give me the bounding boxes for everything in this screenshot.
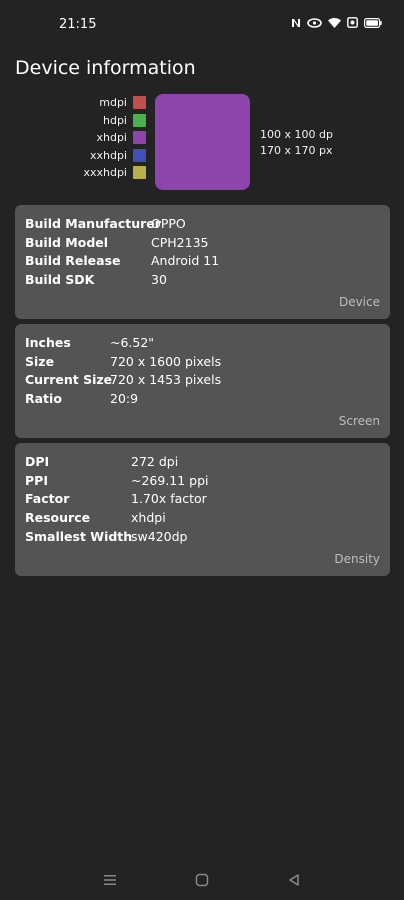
info-row: Build Manufacturer OPPO (25, 214, 219, 233)
screen-record-icon (347, 17, 358, 28)
info-row: PPI ~269.11 ppi (25, 471, 209, 490)
row-label: DPI (25, 453, 50, 469)
wifi-icon (328, 17, 341, 28)
card-footer: Device (338, 295, 380, 309)
legend-label: mdpi (99, 96, 127, 110)
battery-icon (364, 17, 382, 28)
row-value: 720 x 1600 pixels (110, 353, 222, 369)
device-card-rows: Build Manufacturer OPPO Build Model CPH213… (25, 214, 219, 289)
density-legend: mdpi hdpi xhdpi xxhdpi xxxhdpi (70, 94, 146, 182)
menu-icon[interactable] (100, 870, 120, 890)
row-label: Inches (25, 334, 71, 350)
row-value: 30 (151, 272, 167, 288)
legend-label: xxhdpi (89, 148, 127, 162)
row-label: Size (25, 353, 55, 369)
row-value: 720 x 1453 pixels (110, 372, 222, 388)
legend-item-xxxhdpi: xxxhdpi (70, 164, 146, 182)
row-value: Android 11 (151, 253, 220, 269)
preview-dimensions: 100 x 100 dp 170 x 170 px (260, 127, 333, 159)
row-value: ~6.52" (110, 334, 155, 350)
row-label: Factor (25, 491, 70, 507)
row-value: xhdpi (131, 510, 166, 526)
status-icons (291, 17, 382, 28)
info-row: Smallest Width sw420dp (25, 527, 209, 546)
legend-swatch (133, 113, 146, 127)
row-label: Resource (25, 510, 91, 526)
row-value: 272 dpi (131, 453, 179, 469)
card-footer: Screen (338, 414, 380, 428)
row-label: Build Manufacturer (25, 215, 161, 231)
legend-item-mdpi: mdpi (70, 94, 146, 112)
legend-item-hdpi: hdpi (70, 112, 146, 130)
info-row: Build Model CPH2135 (25, 233, 219, 252)
info-row: Size 720 x 1600 pixels (25, 352, 221, 371)
data-saver-icon (307, 17, 322, 28)
card-footer: Density (334, 552, 380, 566)
home-icon[interactable] (192, 870, 212, 890)
row-label: Current Size (25, 372, 113, 388)
row-label: PPI (25, 472, 48, 488)
info-row: Build SDK 30 (25, 270, 219, 289)
row-label: Build Release (25, 253, 121, 269)
row-value: sw420dp (131, 529, 188, 545)
device-card: Build Manufacturer OPPO Build Model CPH213… (15, 205, 390, 319)
nfc-icon (291, 18, 301, 28)
legend-swatch (133, 96, 146, 110)
info-row: Resource xhdpi (25, 508, 209, 527)
legend-label: xxxhdpi (83, 166, 127, 180)
row-value: 20:9 (110, 391, 139, 407)
legend-item-xxhdpi: xxhdpi (70, 147, 146, 165)
row-label: Build SDK (25, 272, 95, 288)
preview-dp-size: 100 x 100 dp (260, 128, 333, 141)
screen-card: Inches ~6.52" Size 720 x 1600 pixels Curre… (15, 324, 390, 438)
info-row: Factor 1.70x factor (25, 490, 209, 509)
row-value: 1.70x factor (131, 491, 207, 507)
row-value: CPH2135 (151, 234, 209, 250)
status-bar: 21:15 (0, 0, 404, 48)
legend-swatch (133, 131, 146, 145)
legend-item-xhdpi: xhdpi (70, 129, 146, 147)
preview-px-size: 170 x 170 px (260, 144, 333, 157)
row-value: OPPO (151, 215, 186, 231)
info-row: Inches ~6.52" (25, 333, 221, 352)
density-card-rows: DPI 272 dpi PPI ~269.11 ppi Factor 1.70x fa… (25, 452, 209, 546)
row-label: Ratio (25, 391, 62, 407)
page-title: Device information (15, 57, 196, 79)
info-row: DPI 272 dpi (25, 452, 209, 471)
legend-swatch (133, 148, 146, 162)
row-value: ~269.11 ppi (131, 472, 209, 488)
info-row: Ratio 20:9 (25, 389, 221, 408)
row-label: Smallest Width (25, 529, 133, 545)
back-icon[interactable] (284, 870, 304, 890)
status-time: 21:15 (59, 17, 97, 32)
screen-card-rows: Inches ~6.52" Size 720 x 1600 pixels Curre… (25, 333, 221, 408)
info-row: Build Release Android 11 (25, 252, 219, 271)
legend-label: xhdpi (96, 131, 127, 145)
density-preview-square (155, 94, 250, 190)
row-label: Build Model (25, 234, 109, 250)
density-card: DPI 272 dpi PPI ~269.11 ppi Factor 1.70x fa… (15, 443, 390, 576)
info-row: Current Size 720 x 1453 pixels (25, 371, 221, 390)
legend-swatch (133, 166, 146, 180)
legend-label: hdpi (103, 113, 127, 127)
navigation-bar (0, 860, 404, 900)
